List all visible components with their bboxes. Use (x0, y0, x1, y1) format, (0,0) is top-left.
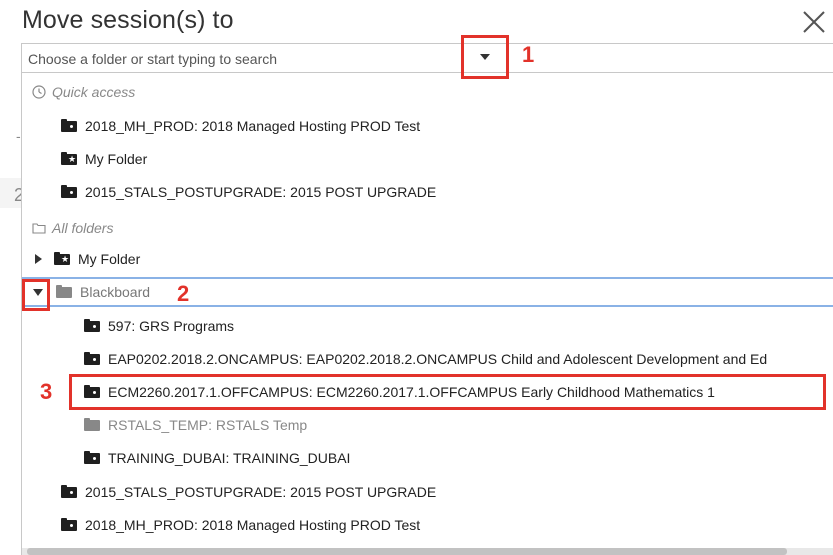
folder-item[interactable]: ★ My Folder (22, 244, 833, 274)
move-session-dialog: - 2 Move session(s) to Choose a folder o… (0, 0, 833, 555)
expand-arrow-icon[interactable] (35, 254, 42, 264)
folder-icon (84, 417, 100, 431)
all-folders-label: All folders (52, 220, 114, 236)
folder-label: EAP0202.2018.2.ONCAMPUS: EAP0202.2018.2.… (108, 351, 768, 367)
folder-item[interactable]: RSTALS_TEMP: RSTALS Temp (22, 410, 833, 440)
folder-item[interactable]: TRAINING_DUBAI: TRAINING_DUBAI (22, 443, 833, 473)
callout-1: 1 (522, 42, 535, 67)
background-glyph: - (16, 128, 21, 144)
folder-icon (84, 351, 100, 365)
search-placeholder: Choose a folder or start typing to searc… (28, 51, 278, 67)
dropdown-toggle-button[interactable] (461, 35, 509, 79)
close-icon (803, 11, 825, 33)
folder-label: 2018_MH_PROD: 2018 Managed Hosting PROD … (85, 118, 421, 134)
folder-label: 597: GRS Programs (108, 318, 235, 334)
folder-item[interactable]: 597: GRS Programs (22, 311, 833, 341)
folder-label: 2015_STALS_POSTUPGRADE: 2015 POST UPGRAD… (85, 484, 437, 500)
folder-icon (84, 450, 100, 464)
folder-item-blackboard[interactable]: Blackboard (22, 277, 833, 307)
all-folders-heading: All folders (32, 220, 113, 236)
folder-item[interactable]: 2018_MH_PROD: 2018 Managed Hosting PROD … (22, 510, 833, 540)
folder-label: 2018_MH_PROD: 2018 Managed Hosting PROD … (85, 517, 421, 533)
folder-icon (61, 484, 77, 498)
quick-access-heading: Quick access (32, 84, 135, 100)
folder-item[interactable]: ★ My Folder (22, 144, 833, 174)
folder-item[interactable]: 2015_STALS_POSTUPGRADE: 2015 POST UPGRAD… (22, 177, 833, 207)
folder-label: TRAINING_DUBAI: TRAINING_DUBAI (108, 450, 351, 466)
callout-2: 2 (177, 281, 190, 306)
clock-icon (32, 85, 46, 99)
scrollbar-thumb[interactable] (27, 548, 787, 555)
folder-icon (61, 184, 77, 198)
folder-item[interactable]: 2015_STALS_POSTUPGRADE: 2015 POST UPGRAD… (22, 477, 833, 507)
dialog-title: Move session(s) to (22, 6, 234, 34)
horizontal-scrollbar[interactable] (22, 548, 833, 555)
user-folder-icon: ★ (54, 251, 70, 265)
folder-icon (56, 284, 72, 298)
folder-icon (84, 318, 100, 332)
close-button[interactable] (800, 8, 828, 36)
folder-label: 2015_STALS_POSTUPGRADE: 2015 POST UPGRAD… (85, 184, 437, 200)
folder-label: My Folder (78, 251, 141, 267)
quick-access-label: Quick access (52, 84, 136, 100)
folder-label: RSTALS_TEMP: RSTALS Temp (108, 417, 308, 433)
callout-box-2 (22, 279, 50, 311)
folder-list-panel[interactable]: Quick access 2018_MH_PROD: 2018 Managed … (21, 73, 833, 555)
callout-box-3 (69, 374, 826, 410)
folder-icon (61, 118, 77, 132)
folder-label: My Folder (85, 151, 148, 167)
folder-search-input[interactable]: Choose a folder or start typing to searc… (21, 43, 833, 73)
folder-label: Blackboard (80, 284, 151, 300)
folder-icon (61, 517, 77, 531)
callout-3: 3 (40, 379, 53, 404)
user-folder-icon: ★ (61, 151, 77, 165)
folder-item[interactable]: EAP0202.2018.2.ONCAMPUS: EAP0202.2018.2.… (22, 344, 833, 374)
folder-item[interactable]: 2018_MH_PROD: 2018 Managed Hosting PROD … (22, 111, 833, 141)
folder-outline-icon (32, 223, 46, 234)
caret-down-icon (480, 54, 490, 60)
